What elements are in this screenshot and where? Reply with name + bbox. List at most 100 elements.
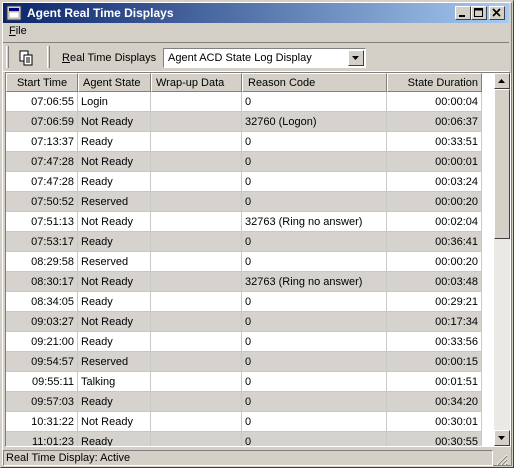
table-row[interactable]: 07:13:37 Ready 0 00:33:51 xyxy=(6,132,490,152)
display-select[interactable]: Agent ACD State Log Display xyxy=(163,48,366,68)
table-row[interactable]: 09:57:03 Ready 0 00:34:20 xyxy=(6,392,490,412)
table-row[interactable]: 09:54:57 Reserved 0 00:00:15 xyxy=(6,352,490,372)
table-row[interactable]: 09:55:11 Talking 0 00:01:51 xyxy=(6,372,490,392)
table-row[interactable]: 07:47:28 Ready 0 00:03:24 xyxy=(6,172,490,192)
agent-state-cell: Ready xyxy=(78,232,151,252)
maximize-button[interactable] xyxy=(471,6,487,20)
window-title: Agent Real Time Displays xyxy=(27,6,174,20)
start-time-cell: 07:47:28 xyxy=(6,172,78,192)
reason-code-cell: 0 xyxy=(242,152,387,172)
start-time-cell: 08:30:17 xyxy=(6,272,78,292)
wrap-up-data-cell xyxy=(151,92,242,112)
close-button[interactable] xyxy=(489,6,505,20)
table-row[interactable]: 08:29:58 Reserved 0 00:00:20 xyxy=(6,252,490,272)
start-time-cell: 07:47:28 xyxy=(6,152,78,172)
status-bar: Real Time Display: Active xyxy=(3,449,509,467)
scroll-down-button[interactable] xyxy=(494,430,510,446)
resize-grip-icon[interactable] xyxy=(495,453,508,466)
table-row[interactable]: 07:51:13 Not Ready 32763 (Ring no answer) 0… xyxy=(6,212,490,232)
table-row[interactable]: 10:31:22 Not Ready 0 00:30:01 xyxy=(6,412,490,432)
agent-state-cell: Ready xyxy=(78,332,151,352)
reason-code-cell: 32760 (Logon) xyxy=(242,112,387,132)
table-row[interactable]: 07:47:28 Not Ready 0 00:00:01 xyxy=(6,152,490,172)
start-time-cell: 07:13:37 xyxy=(6,132,78,152)
toolbar: Real Time Displays Agent ACD State Log D… xyxy=(3,42,509,72)
menu-file[interactable]: File xyxy=(9,25,27,37)
reason-code-cell: 0 xyxy=(242,412,387,432)
agent-state-cell: Ready xyxy=(78,292,151,312)
state-duration-cell: 00:00:04 xyxy=(387,92,482,112)
title-bar[interactable]: Agent Real Time Displays xyxy=(3,3,509,23)
column-header-wrap-up-data[interactable]: Wrap-up Data xyxy=(151,73,242,92)
agent-state-cell: Not Ready xyxy=(78,412,151,432)
state-duration-cell: 00:34:20 xyxy=(387,392,482,412)
state-duration-cell: 00:30:01 xyxy=(387,412,482,432)
wrap-up-data-cell xyxy=(151,312,242,332)
copy-icon xyxy=(19,50,33,66)
app-window-icon xyxy=(6,5,22,21)
table-row[interactable]: 08:30:17 Not Ready 32763 (Ring no answer) 0… xyxy=(6,272,490,292)
display-select-dropdown-button[interactable] xyxy=(348,50,364,66)
reason-code-cell: 0 xyxy=(242,232,387,252)
state-log-grid[interactable]: Start Time Agent State Wrap-up Data Reas… xyxy=(5,72,511,447)
state-duration-cell: 00:29:21 xyxy=(387,292,482,312)
table-row[interactable]: 07:53:17 Ready 0 00:36:41 xyxy=(6,232,490,252)
reason-code-cell: 0 xyxy=(242,192,387,212)
app-window: Agent Real Time Displays File Real Time … xyxy=(0,0,514,468)
column-header-agent-state[interactable]: Agent State xyxy=(78,73,151,92)
start-time-cell: 07:06:55 xyxy=(6,92,78,112)
copy-toolbar-button[interactable] xyxy=(15,47,37,69)
wrap-up-data-cell xyxy=(151,252,242,272)
start-time-cell: 07:53:17 xyxy=(6,232,78,252)
scroll-up-button[interactable] xyxy=(494,73,510,89)
table-row[interactable]: 07:06:55 Login 0 00:00:04 xyxy=(6,92,490,112)
menu-bar: File xyxy=(3,23,509,41)
wrap-up-data-cell xyxy=(151,192,242,212)
agent-state-cell: Ready xyxy=(78,172,151,192)
table-row[interactable]: 07:50:52 Reserved 0 00:00:20 xyxy=(6,192,490,212)
table-row[interactable]: 09:03:27 Not Ready 0 00:17:34 xyxy=(6,312,490,332)
wrap-up-data-cell xyxy=(151,212,242,232)
menu-file-mnemonic: F xyxy=(9,25,16,37)
table-row[interactable]: 07:06:59 Not Ready 32760 (Logon) 00:06:37 xyxy=(6,112,490,132)
grid-header: Start Time Agent State Wrap-up Data Reas… xyxy=(6,73,490,92)
state-duration-cell: 00:00:15 xyxy=(387,352,482,372)
state-duration-cell: 00:03:24 xyxy=(387,172,482,192)
state-duration-cell: 00:36:41 xyxy=(387,232,482,252)
start-time-cell: 09:21:00 xyxy=(6,332,78,352)
table-row[interactable]: 11:01:23 Ready 0 00:30:55 xyxy=(6,432,490,446)
table-row[interactable]: 09:21:00 Ready 0 00:33:56 xyxy=(6,332,490,352)
agent-state-cell: Reserved xyxy=(78,352,151,372)
reason-code-cell: 0 xyxy=(242,312,387,332)
state-duration-cell: 00:33:51 xyxy=(387,132,482,152)
state-duration-cell: 00:00:20 xyxy=(387,192,482,212)
scrollbar-thumb[interactable] xyxy=(494,89,510,239)
column-header-reason-code[interactable]: Reason Code xyxy=(242,73,387,92)
minimize-button[interactable] xyxy=(455,6,471,20)
reason-code-cell: 0 xyxy=(242,292,387,312)
menu-file-label: ile xyxy=(15,25,27,37)
start-time-cell: 07:50:52 xyxy=(6,192,78,212)
wrap-up-data-cell xyxy=(151,232,242,252)
arrow-down-icon xyxy=(498,436,505,440)
wrap-up-data-cell xyxy=(151,412,242,432)
column-header-state-duration[interactable]: State Duration xyxy=(387,73,482,92)
minimize-icon xyxy=(459,15,465,17)
column-header-start-time[interactable]: Start Time xyxy=(6,73,78,92)
reason-code-cell: 0 xyxy=(242,132,387,152)
reason-code-cell: 0 xyxy=(242,432,387,446)
agent-state-cell: Not Ready xyxy=(78,112,151,132)
start-time-cell: 10:31:22 xyxy=(6,412,78,432)
real-time-displays-label: Real Time Displays xyxy=(62,52,156,64)
wrap-up-data-cell xyxy=(151,152,242,172)
toolbar-grip[interactable] xyxy=(6,46,9,68)
reason-code-cell: 0 xyxy=(242,392,387,412)
status-text: Real Time Display: Active xyxy=(3,450,493,466)
start-time-cell: 08:34:05 xyxy=(6,292,78,312)
state-duration-cell: 00:06:37 xyxy=(387,112,482,132)
start-time-cell: 08:29:58 xyxy=(6,252,78,272)
arrow-up-icon xyxy=(498,79,505,83)
table-row[interactable]: 08:34:05 Ready 0 00:29:21 xyxy=(6,292,490,312)
vertical-scrollbar[interactable] xyxy=(494,73,510,446)
wrap-up-data-cell xyxy=(151,352,242,372)
